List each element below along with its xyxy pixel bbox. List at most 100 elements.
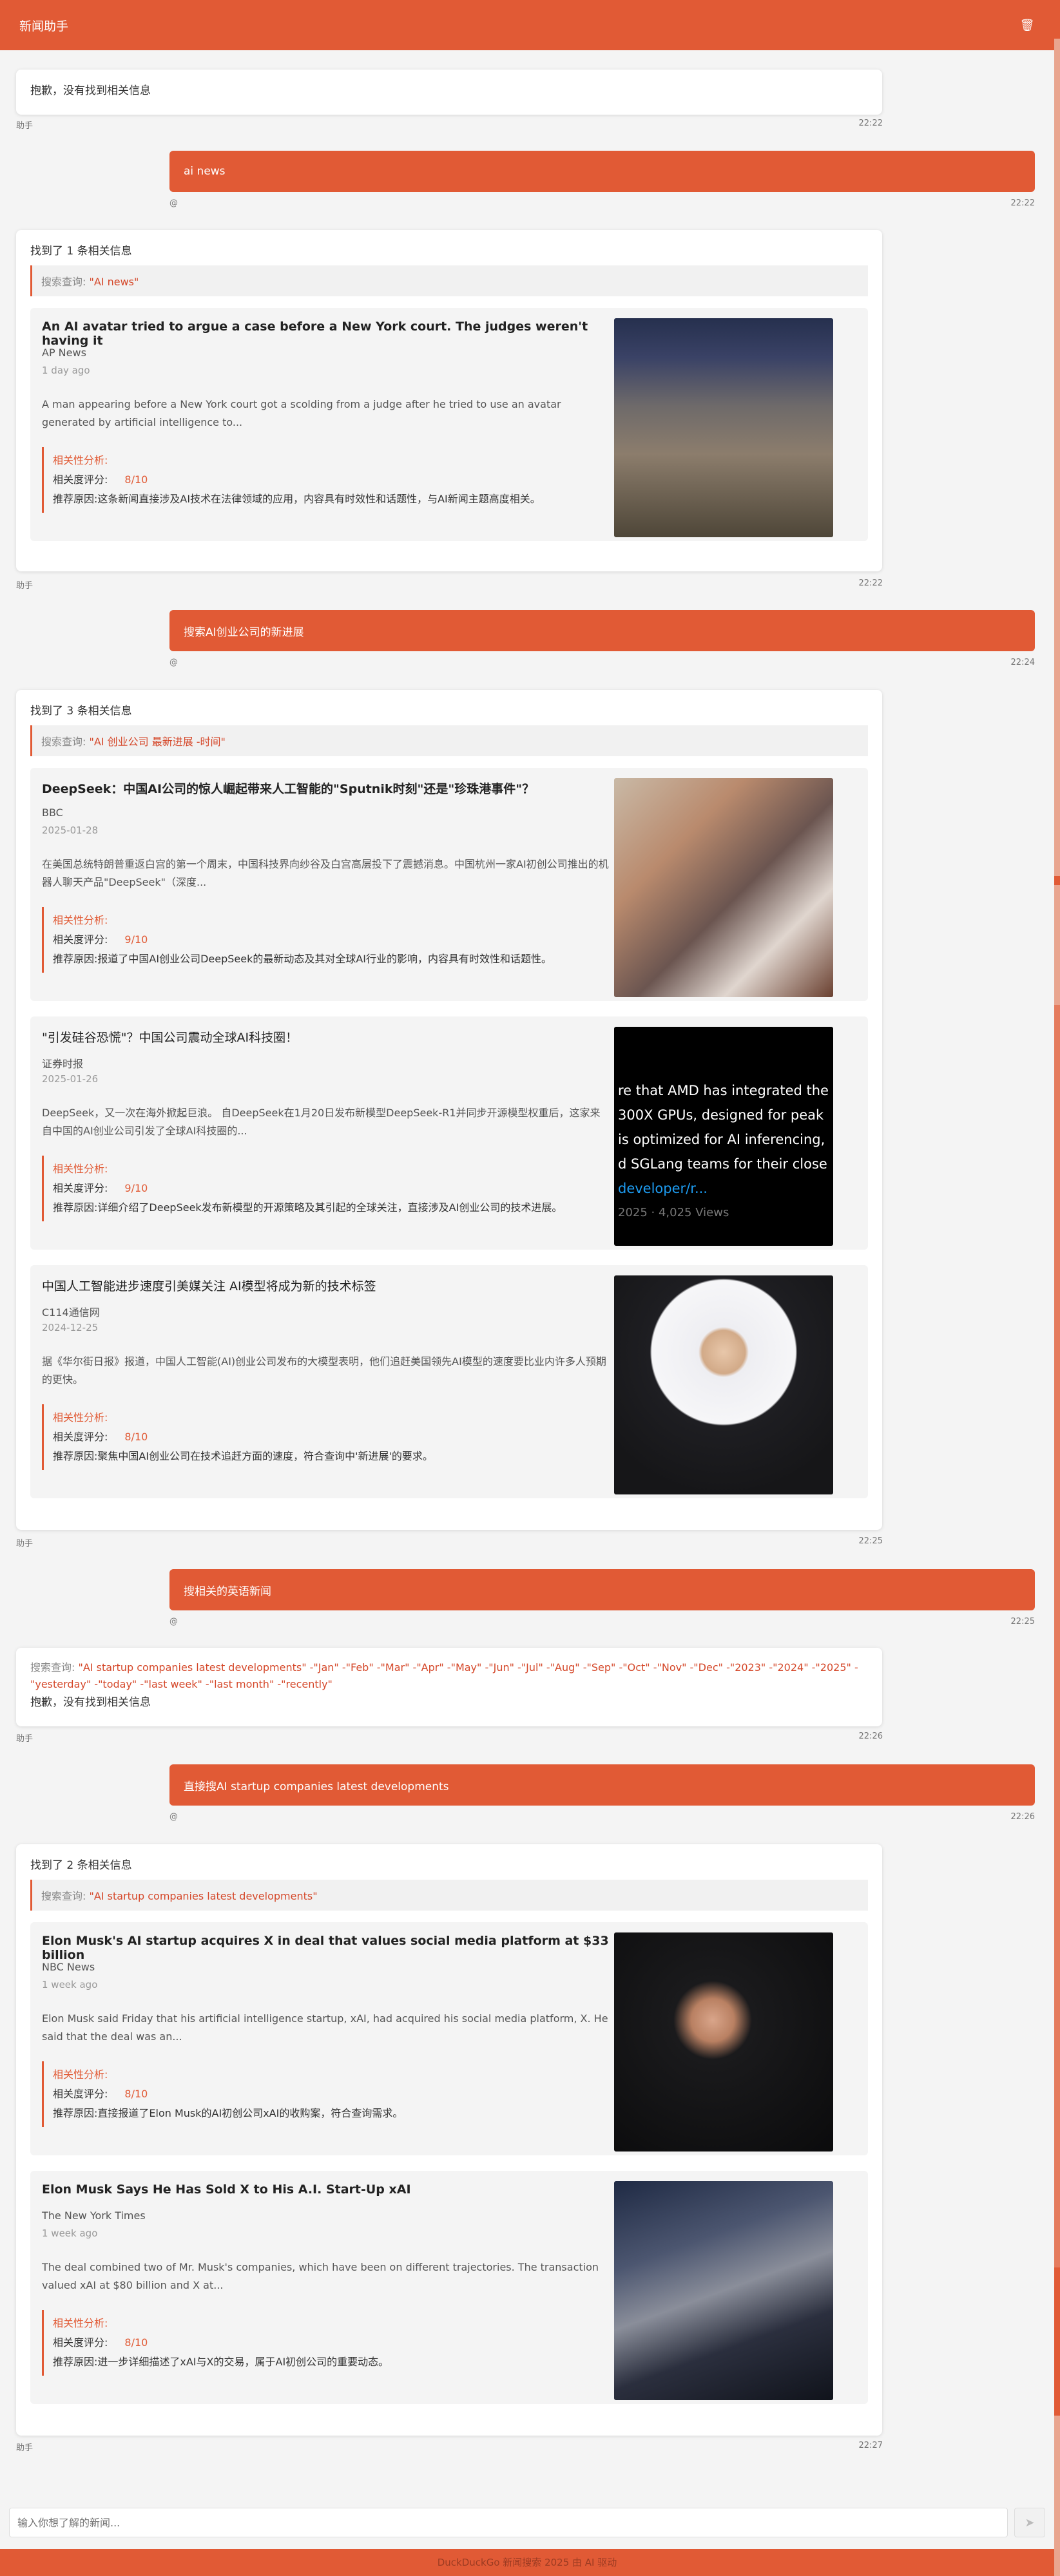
app-title: 新闻助手 xyxy=(19,19,69,33)
news-date: 2025-01-26 xyxy=(42,1073,99,1085)
relevance-analysis: 相关性分析: 相关度评分: 9/10 推荐原因:详细介绍了DeepSeek发布新模… xyxy=(42,1156,609,1221)
recommend-reason: 报道了中国AI创业公司DeepSeek的最新动态及其对全球AI行业的影响，内容具… xyxy=(97,953,552,965)
send-button[interactable]: ➤ xyxy=(1014,2508,1045,2537)
news-source: The New York Times xyxy=(42,2209,146,2222)
score-label: 相关度评分: xyxy=(53,933,108,946)
news-title[interactable]: 中国人工智能进步速度引美媒关注 AI模型将成为新的技术标签 xyxy=(42,1277,609,1294)
analysis-heading: 相关性分析: xyxy=(53,454,108,466)
news-date: 2025-01-28 xyxy=(42,825,99,836)
news-image[interactable] xyxy=(614,1932,833,2151)
scrollbar-thumb[interactable] xyxy=(1054,0,1060,39)
relevance-score: 9/10 xyxy=(124,933,148,946)
image-text-line: d SGLang teams for their close xyxy=(618,1156,827,1172)
score-label: 相关度评分: xyxy=(53,1182,108,1194)
query-value: "AI startup companies latest development… xyxy=(30,1661,858,1690)
message-time: 22:26 xyxy=(1010,1812,1035,1822)
message-sender: 助手 xyxy=(16,1734,34,1744)
message-text: 抱歉，没有找到相关信息 xyxy=(30,84,151,97)
found-count: 找到了 1 条相关信息 xyxy=(30,245,132,258)
message-sender: 助手 xyxy=(16,1539,34,1549)
news-title[interactable]: Elon Musk's AI startup acquires X in dea… xyxy=(42,1934,609,1962)
news-source: 证券时报 xyxy=(42,1058,84,1070)
analysis-heading: 相关性分析: xyxy=(53,2317,108,2329)
news-card[interactable]: "引发硅谷恐慌"？中国公司震动全球AI科技圈！ 证券时报 2025-01-26 … xyxy=(30,1016,868,1250)
message-sender: @ xyxy=(169,1812,178,1822)
scrollbar[interactable] xyxy=(1054,0,1060,2576)
relevance-analysis: 相关性分析: 相关度评分: 9/10 推荐原因:报道了中国AI创业公司DeepSe… xyxy=(42,907,609,973)
scrollbar-marker xyxy=(1054,1005,1060,2358)
message-time: 22:24 xyxy=(1010,658,1035,667)
relevance-analysis: 相关性分析: 相关度评分: 8/10 推荐原因:直接报道了Elon Musk的AI… xyxy=(42,2061,609,2127)
message-input[interactable] xyxy=(9,2508,1008,2537)
news-image[interactable] xyxy=(614,2181,833,2400)
reason-label: 推荐原因: xyxy=(53,1201,98,1214)
assistant-message: 找到了 1 条相关信息 搜索查询: "AI news" An AI avatar… xyxy=(16,230,882,571)
message-sender: 助手 xyxy=(16,581,34,591)
news-image[interactable] xyxy=(614,1275,833,1494)
news-source: BBC xyxy=(42,806,63,819)
relevance-score: 8/10 xyxy=(124,2088,148,2100)
reason-label: 推荐原因: xyxy=(53,2356,98,2368)
news-card[interactable]: 中国人工智能进步速度引美媒关注 AI模型将成为新的技术标签 C114通信网 20… xyxy=(30,1265,868,1498)
recommend-reason: 这条新闻直接涉及AI技术在法律领域的应用，内容具有时效性和话题性，与AI新闻主题… xyxy=(97,493,541,505)
found-count: 找到了 3 条相关信息 xyxy=(30,705,132,718)
news-title[interactable]: Elon Musk Says He Has Sold X to His A.I.… xyxy=(42,2182,609,2197)
user-message: 直接搜AI startup companies latest developme… xyxy=(169,1764,1035,1806)
query-label: 搜索查询: xyxy=(41,736,86,748)
image-text-line: 2025 · 4,025 Views xyxy=(618,1206,729,1219)
news-card[interactable]: An AI avatar tried to argue a case befor… xyxy=(30,308,868,541)
reason-label: 推荐原因: xyxy=(53,2107,98,2119)
news-image[interactable]: re that AMD has integrated the 300X GPUs… xyxy=(614,1027,833,1246)
recommend-reason: 进一步详细描述了xAI与X的交易，属于AI初创公司的重要动态。 xyxy=(97,2356,389,2368)
news-title[interactable]: "引发硅谷恐慌"？中国公司震动全球AI科技圈！ xyxy=(42,1028,609,1045)
query-label: 搜索查询: xyxy=(41,276,86,288)
relevance-score: 8/10 xyxy=(124,1431,148,1443)
message-time: 22:22 xyxy=(858,119,883,128)
relevance-analysis: 相关性分析: 相关度评分: 8/10 推荐原因:这条新闻直接涉及AI技术在法律领域… xyxy=(42,447,609,513)
score-label: 相关度评分: xyxy=(53,473,108,486)
message-text: 搜索AI创业公司的新进展 xyxy=(184,625,304,639)
message-time: 22:27 xyxy=(858,2441,883,2450)
message-sender: @ xyxy=(169,658,178,667)
query-value: "AI 创业公司 最新进展 -时间" xyxy=(89,736,226,748)
news-summary: A man appearing before a New York court … xyxy=(42,398,561,428)
assistant-message: 找到了 3 条相关信息 搜索查询: "AI 创业公司 最新进展 -时间" Dee… xyxy=(16,690,882,1530)
score-label: 相关度评分: xyxy=(53,2088,108,2100)
app-header: 新闻助手 🗑 xyxy=(0,0,1054,50)
message-sender: @ xyxy=(169,1617,178,1627)
news-title[interactable]: An AI avatar tried to argue a case befor… xyxy=(42,320,609,348)
recommend-reason: 详细介绍了DeepSeek发布新模型的开源策略及其引起的全球关注，直接涉及AI创… xyxy=(97,1201,563,1214)
news-image[interactable] xyxy=(614,778,833,997)
message-sender: 助手 xyxy=(16,121,34,131)
news-source: AP News xyxy=(42,347,86,359)
news-title[interactable]: DeepSeek：中国AI公司的惊人崛起带来人工智能的"Sputnik时刻"还是… xyxy=(42,779,609,797)
relevance-analysis: 相关性分析: 相关度评分: 8/10 推荐原因:聚焦中国AI创业公司在技术追赶方面… xyxy=(42,1404,609,1470)
news-date: 1 week ago xyxy=(42,2228,98,2239)
user-message: 搜相关的英语新闻 xyxy=(169,1569,1035,1610)
relevance-score: 8/10 xyxy=(124,473,148,486)
found-count: 找到了 2 条相关信息 xyxy=(30,1859,132,1872)
query-value: "AI startup companies latest development… xyxy=(89,1890,318,1902)
scrollbar-marker xyxy=(1054,2267,1060,2416)
relevance-score: 9/10 xyxy=(124,1182,148,1194)
query-value: "AI news" xyxy=(89,276,139,288)
recommend-reason: 聚焦中国AI创业公司在技术追赶方面的速度，符合查询中'新进展'的要求。 xyxy=(97,1450,433,1462)
trash-icon[interactable]: 🗑 xyxy=(1019,17,1035,33)
footer-text: DuckDuckGo 新闻搜索 2025 由 AI 驱动 xyxy=(0,2549,1054,2576)
message-time: 22:22 xyxy=(858,578,883,588)
send-icon: ➤ xyxy=(1025,2515,1035,2530)
news-card[interactable]: DeepSeek：中国AI公司的惊人崛起带来人工智能的"Sputnik时刻"还是… xyxy=(30,768,868,1001)
score-label: 相关度评分: xyxy=(53,2336,108,2349)
message-time: 22:25 xyxy=(858,1536,883,1546)
image-text-line: 300X GPUs, designed for peak xyxy=(618,1107,824,1123)
news-summary: The deal combined two of Mr. Musk's comp… xyxy=(42,2261,599,2291)
image-text-line: re that AMD has integrated the xyxy=(618,1083,829,1098)
news-card[interactable]: Elon Musk's AI startup acquires X in dea… xyxy=(30,1922,868,2155)
assistant-message: 找到了 2 条相关信息 搜索查询: "AI startup companies … xyxy=(16,1844,882,2436)
search-query: 搜索查询: "AI 创业公司 最新进展 -时间" xyxy=(30,725,868,756)
message-time: 22:22 xyxy=(1010,198,1035,208)
news-card[interactable]: Elon Musk Says He Has Sold X to His A.I.… xyxy=(30,2171,868,2404)
news-summary: 据《华尔街日报》报道，中国人工智能(AI)创业公司发布的大模型表明，他们追赶美国… xyxy=(42,1355,606,1386)
message-text: 抱歉，没有找到相关信息 xyxy=(30,1696,151,1709)
news-image[interactable] xyxy=(614,318,833,537)
